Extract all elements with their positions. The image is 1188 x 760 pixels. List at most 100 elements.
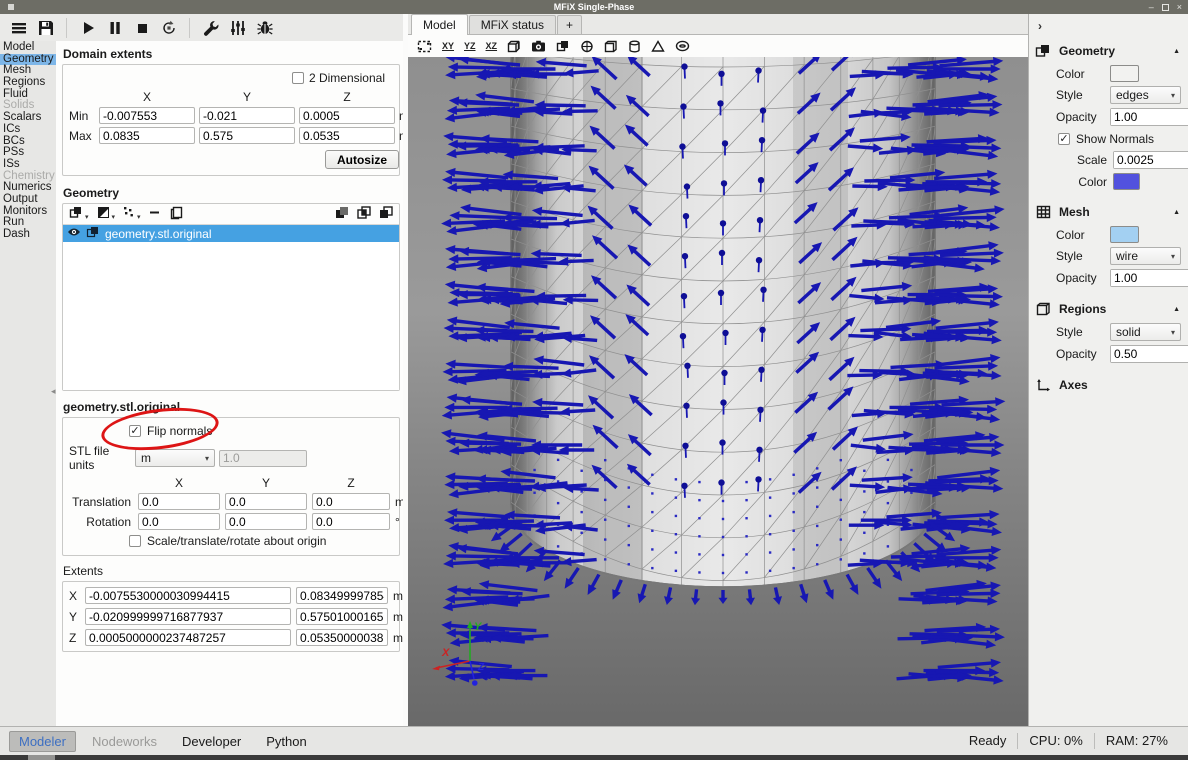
remove-geometry-icon[interactable] xyxy=(149,206,161,222)
reset-icon[interactable] xyxy=(155,15,182,40)
zmin-input[interactable] xyxy=(299,107,395,124)
difference-icon[interactable] xyxy=(379,206,393,222)
mesh-icon xyxy=(1034,204,1052,220)
mode-python[interactable]: Python xyxy=(257,732,315,751)
play-icon[interactable] xyxy=(74,15,101,40)
sphere-icon[interactable] xyxy=(580,40,594,53)
screenshot-camera-icon[interactable] xyxy=(531,40,546,52)
view-xy-icon[interactable]: XY xyxy=(442,41,454,51)
sliders-icon[interactable] xyxy=(224,15,251,40)
torus-icon[interactable] xyxy=(675,40,690,52)
translation-z-input[interactable] xyxy=(312,493,390,510)
extents-z-min-input[interactable] xyxy=(85,629,291,646)
xmax-input[interactable] xyxy=(99,127,195,144)
view-yz-icon[interactable]: YZ xyxy=(464,41,476,51)
collapse-arrow-icon[interactable]: ▲ xyxy=(1173,48,1180,55)
extents-x-min-input[interactable] xyxy=(85,587,291,604)
add-geometry-icon[interactable]: ▾ xyxy=(69,206,89,222)
min-label: Min xyxy=(69,109,95,123)
box-icon[interactable] xyxy=(604,40,618,53)
sidebar-item-dash[interactable]: Dash xyxy=(0,229,56,241)
collapse-arrow-icon[interactable]: ▲ xyxy=(1173,209,1180,216)
sidebar-item-iss[interactable]: ISs xyxy=(0,159,56,171)
mesh-color-swatch[interactable] xyxy=(1110,226,1139,243)
geo-style-label: Style xyxy=(1056,88,1104,102)
mode-nodeworks[interactable]: Nodeworks xyxy=(83,732,166,751)
about-origin-label: Scale/translate/rotate about origin xyxy=(147,534,326,548)
geometry-list: geometry.stl.original xyxy=(63,224,399,390)
tab-add[interactable]: + xyxy=(557,15,582,34)
about-origin-checkbox[interactable] xyxy=(129,535,141,547)
view-xz-icon[interactable]: XZ xyxy=(486,41,498,51)
regions-style-select[interactable]: solid▾ xyxy=(1110,323,1181,341)
stl-units-select[interactable]: m▾ xyxy=(135,449,215,467)
maximize-icon[interactable] xyxy=(1162,4,1169,11)
extents-y-max-input[interactable] xyxy=(296,608,388,625)
sidebar-item-ics[interactable]: ICs xyxy=(0,124,56,136)
mode-modeler[interactable]: Modeler xyxy=(9,731,76,752)
panel-collapse-handle[interactable]: ◂ xyxy=(51,387,56,396)
collapse-arrow-icon[interactable]: ▲ xyxy=(1173,306,1180,313)
normals-scale-input[interactable] xyxy=(1113,151,1188,169)
tab-mfix-status[interactable]: MFiX status xyxy=(469,15,556,34)
extents-y-label: Y xyxy=(69,610,80,624)
two-dimensional-checkbox[interactable] xyxy=(292,72,304,84)
save-icon[interactable] xyxy=(32,15,59,40)
tab-model[interactable]: Model xyxy=(411,14,468,35)
translation-x-input[interactable] xyxy=(138,493,220,510)
geo-opacity-spinner[interactable]: ▲▼ xyxy=(1110,108,1188,126)
zmax-input[interactable] xyxy=(299,127,395,144)
copy-geometry-icon[interactable] xyxy=(169,206,183,223)
rp-regions-header[interactable]: Regions ▲ xyxy=(1029,297,1188,321)
rp-geometry-header[interactable]: Geometry ▲ xyxy=(1029,39,1188,63)
rotation-x-input[interactable] xyxy=(138,513,220,530)
geo-style-select[interactable]: edges▾ xyxy=(1110,86,1181,104)
flip-normals-checkbox[interactable]: ✓ xyxy=(129,425,141,437)
cone-icon[interactable] xyxy=(651,40,665,53)
wand-icon[interactable]: ▾ xyxy=(123,206,141,222)
rotation-y-input[interactable] xyxy=(225,513,307,530)
intersect-icon[interactable] xyxy=(357,206,371,222)
cylinder-icon[interactable] xyxy=(628,40,641,53)
ymin-input[interactable] xyxy=(199,107,295,124)
rotation-z-input[interactable] xyxy=(312,513,390,530)
regions-opacity-spinner[interactable]: ▲▼ xyxy=(1110,345,1188,363)
xmin-input[interactable] xyxy=(99,107,195,124)
menu-icon[interactable] xyxy=(5,15,32,40)
autosize-button[interactable]: Autosize xyxy=(325,150,399,169)
render-viewport[interactable]: XYZ xyxy=(408,57,1028,726)
normals-color-swatch[interactable] xyxy=(1113,173,1140,190)
perspective-icon[interactable] xyxy=(507,40,521,53)
stop-icon[interactable] xyxy=(128,15,155,40)
pause-icon[interactable] xyxy=(101,15,128,40)
close-icon[interactable]: × xyxy=(1177,3,1182,12)
geometry-list-item[interactable]: geometry.stl.original xyxy=(63,225,399,242)
progress-bar xyxy=(0,755,1188,760)
domain-extents-group: 2 Dimensional X Y Z Min m Max xyxy=(62,64,400,176)
union-icon[interactable] xyxy=(335,206,349,222)
show-normals-checkbox[interactable]: ✓ xyxy=(1058,133,1070,145)
ymax-input[interactable] xyxy=(199,127,295,144)
geometry-visibility-icon[interactable] xyxy=(556,40,570,52)
mesh-opacity-label: Opacity xyxy=(1056,271,1104,285)
bug-icon[interactable] xyxy=(251,15,278,40)
minimize-icon[interactable]: – xyxy=(1149,3,1154,12)
add-filter-icon[interactable]: ▾ xyxy=(97,206,116,222)
visibility-eye-icon[interactable] xyxy=(67,226,81,241)
rp-axes-header[interactable]: Axes xyxy=(1029,373,1188,397)
extents-z-max-input[interactable] xyxy=(296,629,388,646)
translation-y-input[interactable] xyxy=(225,493,307,510)
wrench-icon[interactable] xyxy=(197,15,224,40)
right-panel-collapse-icon[interactable]: › xyxy=(1038,19,1050,33)
sidebar-item-regions[interactable]: Regions xyxy=(0,77,56,89)
mode-developer[interactable]: Developer xyxy=(173,732,250,751)
mesh-style-select[interactable]: wire▾ xyxy=(1110,247,1181,265)
mesh-opacity-spinner[interactable]: ▲▼ xyxy=(1110,269,1188,287)
rp-mesh-header[interactable]: Mesh ▲ xyxy=(1029,200,1188,224)
extents-x-max-input[interactable] xyxy=(296,587,388,604)
sidebar-item-output[interactable]: Output xyxy=(0,194,56,206)
extents-y-min-input[interactable] xyxy=(85,608,291,625)
sidebar-item-model[interactable]: Model xyxy=(0,42,56,54)
geo-color-swatch[interactable] xyxy=(1110,65,1139,82)
reset-view-icon[interactable] xyxy=(417,40,432,53)
